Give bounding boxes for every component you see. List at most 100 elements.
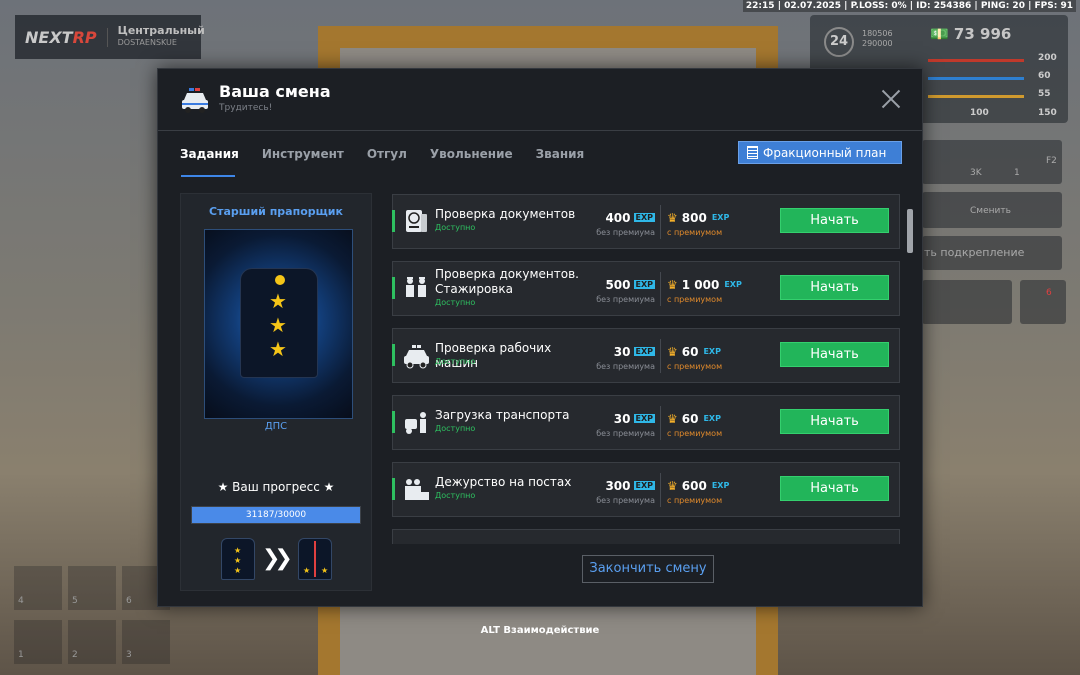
start-task-button[interactable]: Начать [780, 275, 889, 300]
patrol-icon [405, 479, 429, 500]
armor-bar [928, 77, 1024, 80]
crown-icon: ♛ [667, 479, 678, 493]
next-rank-arrow-icon: ❯❯ [262, 546, 293, 571]
tow-truck-icon [405, 412, 426, 434]
notifications-panel[interactable]: 6 [1020, 280, 1066, 324]
exp-premium-value: 60 [681, 345, 699, 359]
crown-icon: ♛ [667, 211, 678, 225]
exp-value: 300 [605, 479, 631, 493]
rank-progress-bar: 31187/30000 [191, 506, 361, 524]
start-task-button[interactable]: Начать [780, 208, 889, 233]
close-icon[interactable] [880, 88, 902, 110]
shoulder-strap-icon: ★ ★ ★ [240, 268, 318, 378]
exp-premium: ♛ 60 EXP с премиумом [667, 408, 767, 438]
exp-premium-value: 600 [681, 479, 707, 493]
officers-icon [406, 277, 426, 297]
task-name: Проверка документов. Стажировка [435, 267, 579, 296]
exp-tag: EXP [724, 280, 742, 289]
rank-department: ДПС [264, 421, 288, 432]
stat-health: 200 [1038, 53, 1057, 63]
tab-bar: Задания Инструмент Отгул Увольнение Зван… [180, 147, 584, 161]
exp-value: 500 [605, 278, 631, 292]
passport-icon [406, 210, 427, 232]
tab-leave[interactable]: Отгул [367, 147, 407, 161]
exp-premium-note: с премиумом [667, 496, 723, 505]
task-list: Проверка документов Доступно 400 EXP без пре… [392, 194, 902, 544]
exp-divider [660, 473, 661, 507]
start-task-button[interactable]: Начать [780, 342, 889, 367]
exp-premium: ♛ 60 EXP с премиумом [667, 341, 767, 371]
task-name: Загрузка транспорта [435, 408, 570, 422]
exp-base: 30 EXP без премиума [585, 341, 655, 371]
exp-tag: EXP [711, 481, 730, 490]
next-rank-strap-icon: ★ ★ [298, 538, 332, 580]
exp-base: 300 EXP без премиума [585, 475, 655, 505]
tab-resign[interactable]: Увольнение [430, 147, 513, 161]
exp-note: без премиума [596, 362, 655, 371]
location-label: Центральный DOSTAENSKUE [117, 24, 205, 48]
exp-tag: EXP [703, 347, 721, 356]
exp-divider [660, 205, 661, 239]
task-name: Дежурство на постах [435, 475, 572, 489]
exp-tag: EXP [633, 347, 655, 356]
exp-value: 400 [605, 211, 631, 225]
task-row: Проверка документов Доступно 400 EXP без пре… [392, 194, 900, 249]
exp-premium-value: 800 [681, 211, 707, 225]
stat-extra: 100 [970, 108, 989, 118]
start-task-button[interactable]: Начать [780, 409, 889, 434]
level-progress: 180506 290000 [862, 29, 893, 48]
progress-label: ★ Ваш прогресс ★ [217, 480, 335, 494]
inventory-slot[interactable]: 5 [68, 566, 116, 610]
task-status: Доступно [435, 298, 476, 307]
status-bar: 22:15 | 02.07.2025 | P.LOSS: 0% | ID: 25… [742, 0, 1076, 12]
stat-armor: 60 [1038, 71, 1051, 81]
crown-icon: ♛ [667, 345, 678, 359]
active-tab-indicator [181, 175, 235, 177]
reinforce-panel[interactable]: ть подкрепление [922, 236, 1062, 270]
task-list-scrollbar[interactable] [907, 209, 913, 253]
start-task-button[interactable]: Начать [780, 476, 889, 501]
exp-note: без премиума [596, 496, 655, 505]
task-name: Проверка документов [435, 207, 576, 221]
exp-premium-note: с премиумом [667, 429, 723, 438]
task-row: Проверка рабочих машин Доступно 30 EXP без п… [392, 328, 900, 383]
tab-tasks[interactable]: Задания [180, 147, 239, 161]
faction-plan-button[interactable]: Фракционный план [738, 141, 902, 164]
end-shift-button[interactable]: Закончить смену [582, 555, 714, 583]
task-row [392, 529, 900, 544]
exp-value: 30 [613, 412, 631, 426]
exp-premium-note: с премиумом [667, 362, 723, 371]
interaction-hint: ALT Взаимодействие [480, 625, 600, 636]
exp-divider [660, 272, 661, 306]
exp-premium-note: с премиумом [667, 295, 723, 304]
change-panel[interactable]: Сменить [922, 192, 1062, 228]
task-name: Проверка рабочих машин [435, 341, 552, 370]
stat-hunger: 55 [1038, 89, 1051, 99]
inventory-slot[interactable]: 4 [14, 566, 62, 610]
level-badge: 24 [824, 27, 854, 57]
task-status: Доступно [435, 357, 476, 366]
exp-premium-value: 60 [681, 412, 699, 426]
tab-tools[interactable]: Инструмент [262, 147, 344, 161]
exp-base: 30 EXP без премиума [585, 408, 655, 438]
exp-note: без премиума [596, 295, 655, 304]
hunger-bar [928, 95, 1024, 98]
crown-icon: ♛ [667, 412, 678, 426]
exp-tag: EXP [633, 481, 655, 490]
exp-tag: EXP [633, 414, 655, 423]
exp-base: 500 EXP без премиума [585, 274, 655, 304]
modal-header: Ваша смена Трудитесь! [158, 69, 922, 131]
shift-modal: Ваша смена Трудитесь! Задания Инструмент… [157, 68, 923, 607]
calendar-panel[interactable] [922, 280, 1012, 324]
exp-premium-value: 1 000 [681, 278, 720, 292]
task-status: Доступно [435, 424, 476, 433]
rank-name: Старший прапорщик [209, 205, 343, 218]
exp-tag: EXP [711, 213, 730, 222]
tab-ranks[interactable]: Звания [536, 147, 585, 161]
rank-insignia: ★ ★ ★ [204, 229, 353, 419]
faction-plan-label: Фракционный план [763, 145, 887, 160]
exp-base: 400 EXP без премиума [585, 207, 655, 237]
exp-divider [660, 406, 661, 440]
stat-shield: 150 [1038, 108, 1057, 118]
server-logo: NEXTRP Центральный DOSTAENSKUE [15, 15, 205, 59]
